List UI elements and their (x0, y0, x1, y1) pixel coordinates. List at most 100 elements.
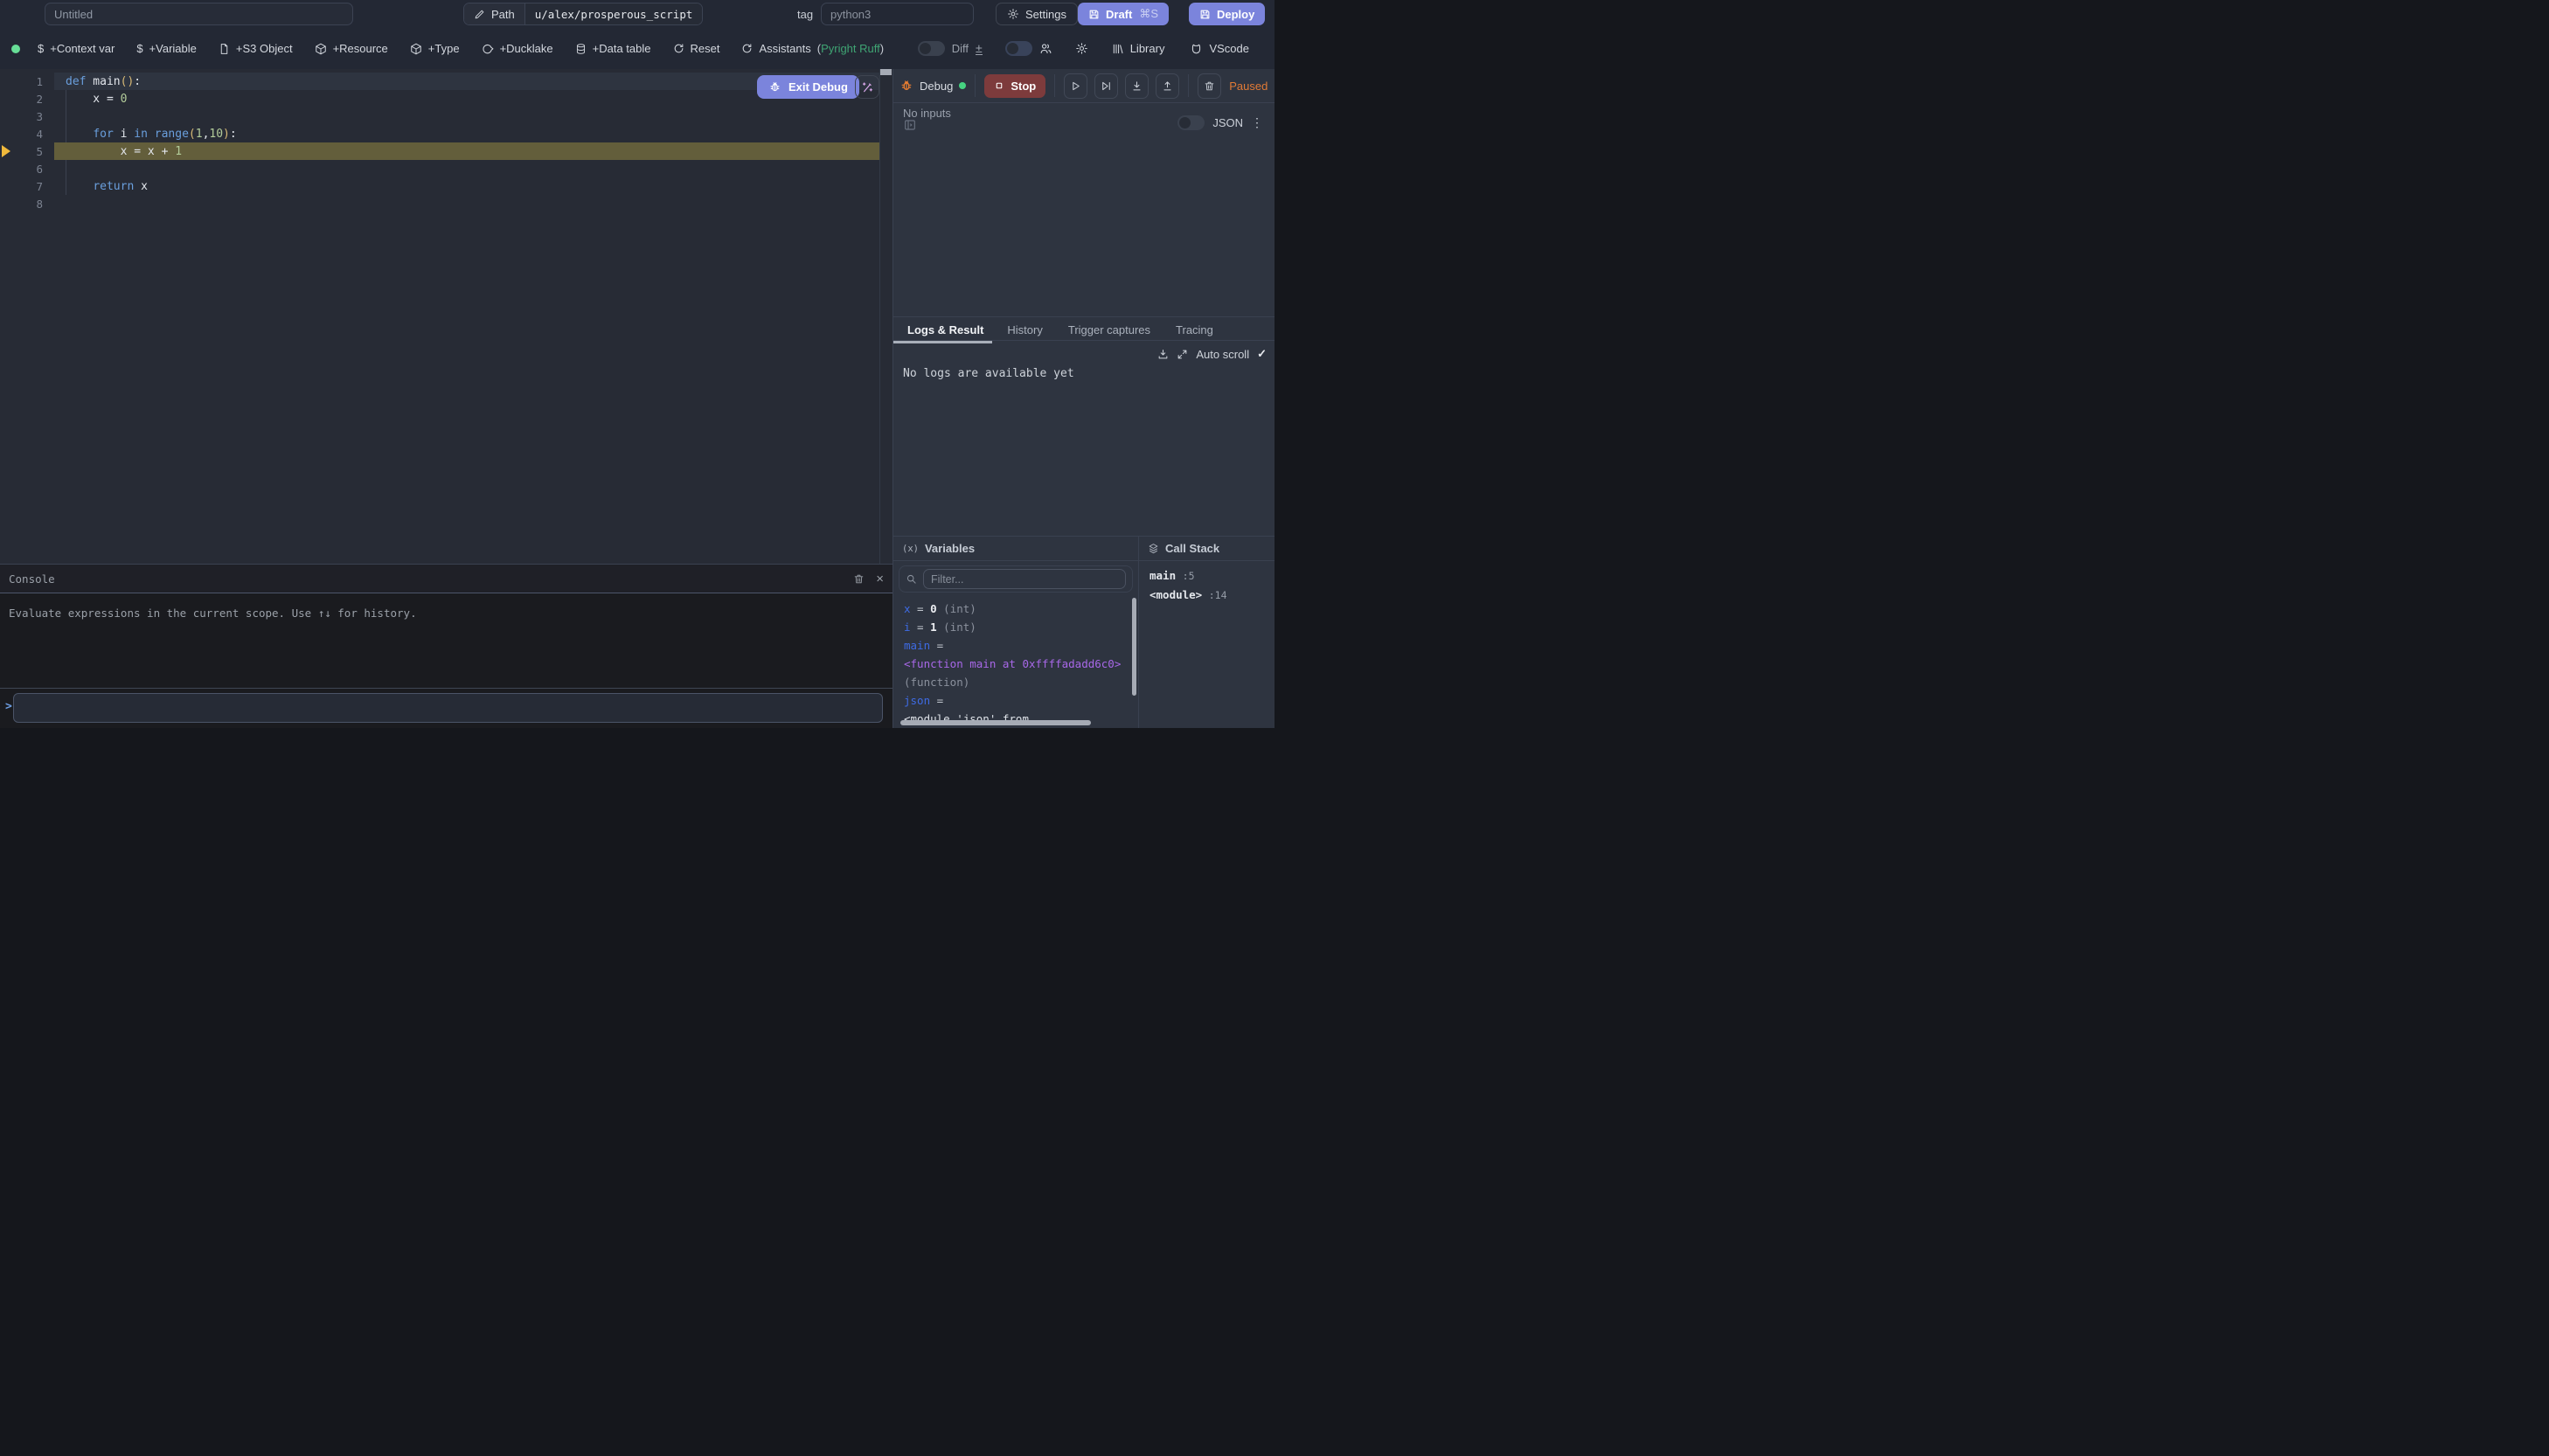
auto-scroll-label: Auto scroll (1196, 348, 1249, 361)
check-icon[interactable]: ✓ (1257, 347, 1267, 361)
tag-label: tag (797, 8, 813, 21)
editor-scrollbar-thumb[interactable] (880, 69, 892, 75)
stop-button[interactable]: Stop (984, 74, 1045, 98)
multiplayer-control (1005, 41, 1052, 56)
add-context-var-button[interactable]: $+Context var (38, 42, 115, 55)
variable-row[interactable]: main = (904, 636, 1129, 655)
add-type-button[interactable]: +Type (410, 42, 460, 55)
users-icon[interactable] (1039, 42, 1052, 55)
code-line[interactable]: 6 (0, 160, 892, 177)
variables-list[interactable]: x = 0 (int)i = 1 (int)main =<function ma… (904, 600, 1129, 728)
variables-filter (899, 565, 1133, 593)
call-stack-frame[interactable]: <module> :14 (1149, 586, 1227, 605)
step-into-button[interactable] (1125, 73, 1149, 99)
package-icon (315, 43, 327, 55)
kebab-menu-icon[interactable]: ⋮ (1251, 115, 1263, 130)
tag-input[interactable] (821, 3, 974, 25)
add-variable-button[interactable]: $+Variable (136, 42, 197, 55)
debug-title: Debug (899, 79, 966, 93)
draft-button[interactable]: Draft ⌘S (1078, 3, 1169, 25)
assistants-button[interactable]: Assistants (741, 42, 810, 55)
tab-history[interactable]: History (997, 317, 1052, 342)
variable-row[interactable]: (function) (904, 673, 1129, 691)
logs-toolbar: Auto scroll ✓ (1157, 347, 1267, 361)
run-panel: Debug Stop Paused No inputs (892, 69, 1274, 728)
multiplayer-toggle[interactable] (1005, 41, 1032, 56)
package-icon (410, 43, 422, 55)
download-logs-icon[interactable] (1157, 349, 1169, 360)
library-button[interactable]: Library (1112, 42, 1165, 55)
divider (1054, 74, 1055, 97)
variable-row[interactable]: <function main at 0xffffadadd6c0> (904, 655, 1129, 673)
variables-panel: (x) Variables x = 0 (int)i = 1 (int)main… (893, 537, 1138, 728)
debug-paused-status: Paused (1229, 80, 1268, 93)
lsp-status-dot (11, 45, 20, 53)
variable-row[interactable]: i = 1 (int) (904, 618, 1129, 636)
path-label: Path (491, 8, 515, 21)
continue-button[interactable] (1064, 73, 1087, 99)
call-stack-list[interactable]: main :5<module> :14 (1149, 566, 1227, 605)
json-toggle[interactable] (1177, 115, 1205, 130)
editor-settings-gear-icon[interactable] (1075, 42, 1088, 55)
console-input[interactable] (13, 693, 883, 723)
expand-logs-icon[interactable] (1177, 349, 1188, 360)
diff-control: Diff ± (918, 41, 983, 56)
reset-button[interactable]: Reset (673, 42, 720, 55)
add-resource-button[interactable]: +Resource (315, 42, 388, 55)
top-bar: Path u/alex/prosperous_script tag Settin… (0, 0, 1274, 28)
code-editor[interactable]: 1def main():2 x = 034 for i in range(1,1… (0, 69, 892, 564)
save-icon (1088, 9, 1100, 20)
exit-debug-button[interactable]: Exit Debug (757, 75, 859, 99)
path-group: Path u/alex/prosperous_script (463, 3, 703, 25)
code-line[interactable]: 5 x = x + 1 (0, 142, 892, 160)
bug-icon (768, 80, 781, 94)
code-line[interactable]: 4 for i in range(1,10): (0, 125, 892, 142)
dollar-icon: $ (136, 42, 142, 55)
logs-area: Auto scroll ✓ No logs are available yet (893, 341, 1274, 536)
vscode-button[interactable]: VScode (1190, 42, 1249, 55)
tab-trigger-captures[interactable]: Trigger captures (1058, 317, 1161, 342)
add-s3-object-button[interactable]: +S3 Object (219, 42, 293, 55)
divider (1188, 74, 1189, 97)
deploy-button[interactable]: Deploy (1189, 3, 1265, 25)
variable-row[interactable]: x = 0 (int) (904, 600, 1129, 618)
code-line[interactable]: 8 (0, 195, 892, 212)
panel-icon (903, 118, 917, 132)
console-input-row: > (0, 688, 892, 728)
magic-wand-icon (860, 80, 874, 94)
settings-label: Settings (1025, 8, 1066, 21)
stop-square-icon (994, 80, 1004, 91)
line-number: 1 (0, 75, 43, 88)
call-stack-frame[interactable]: main :5 (1149, 566, 1227, 586)
code-text: x = x + 1 (66, 145, 182, 158)
script-name-input[interactable] (45, 3, 353, 25)
code-line[interactable]: 7 return x (0, 177, 892, 195)
variables-filter-input[interactable] (923, 569, 1126, 589)
step-controls (1064, 73, 1179, 99)
step-over-button[interactable] (1094, 73, 1118, 99)
add-data-table-button[interactable]: +Data table (575, 42, 651, 55)
code-line[interactable]: 3 (0, 107, 892, 125)
variable-row[interactable]: json = (904, 691, 1129, 710)
trash-button[interactable] (1198, 73, 1221, 99)
variables-hscrollbar-thumb[interactable] (900, 720, 1091, 725)
tab-logs-result[interactable]: Logs & Result (893, 317, 992, 342)
code-text: x = 0 (66, 93, 127, 106)
duck-icon (482, 43, 494, 55)
edit-path-button[interactable]: Path (464, 3, 524, 24)
refresh-icon (673, 43, 684, 54)
clear-console-trash-icon[interactable] (853, 573, 865, 585)
inputs-area: No inputs JSON ⋮ (893, 103, 1274, 316)
diff-toggle[interactable] (918, 41, 945, 56)
settings-button[interactable]: Settings (996, 3, 1078, 25)
tab-tracing[interactable]: Tracing (1165, 317, 1224, 342)
code-text: def main(): (66, 75, 141, 88)
editor-toolbar: $+Context var $+Variable +S3 Object +Res… (0, 28, 1274, 69)
close-console-icon[interactable]: × (876, 572, 884, 586)
file-icon (219, 43, 230, 55)
step-out-button[interactable] (1156, 73, 1179, 99)
variables-vscrollbar-thumb[interactable] (1132, 598, 1136, 696)
exit-debug-label: Exit Debug (788, 80, 848, 94)
ai-wand-button[interactable] (855, 75, 879, 99)
add-ducklake-button[interactable]: +Ducklake (482, 42, 553, 55)
